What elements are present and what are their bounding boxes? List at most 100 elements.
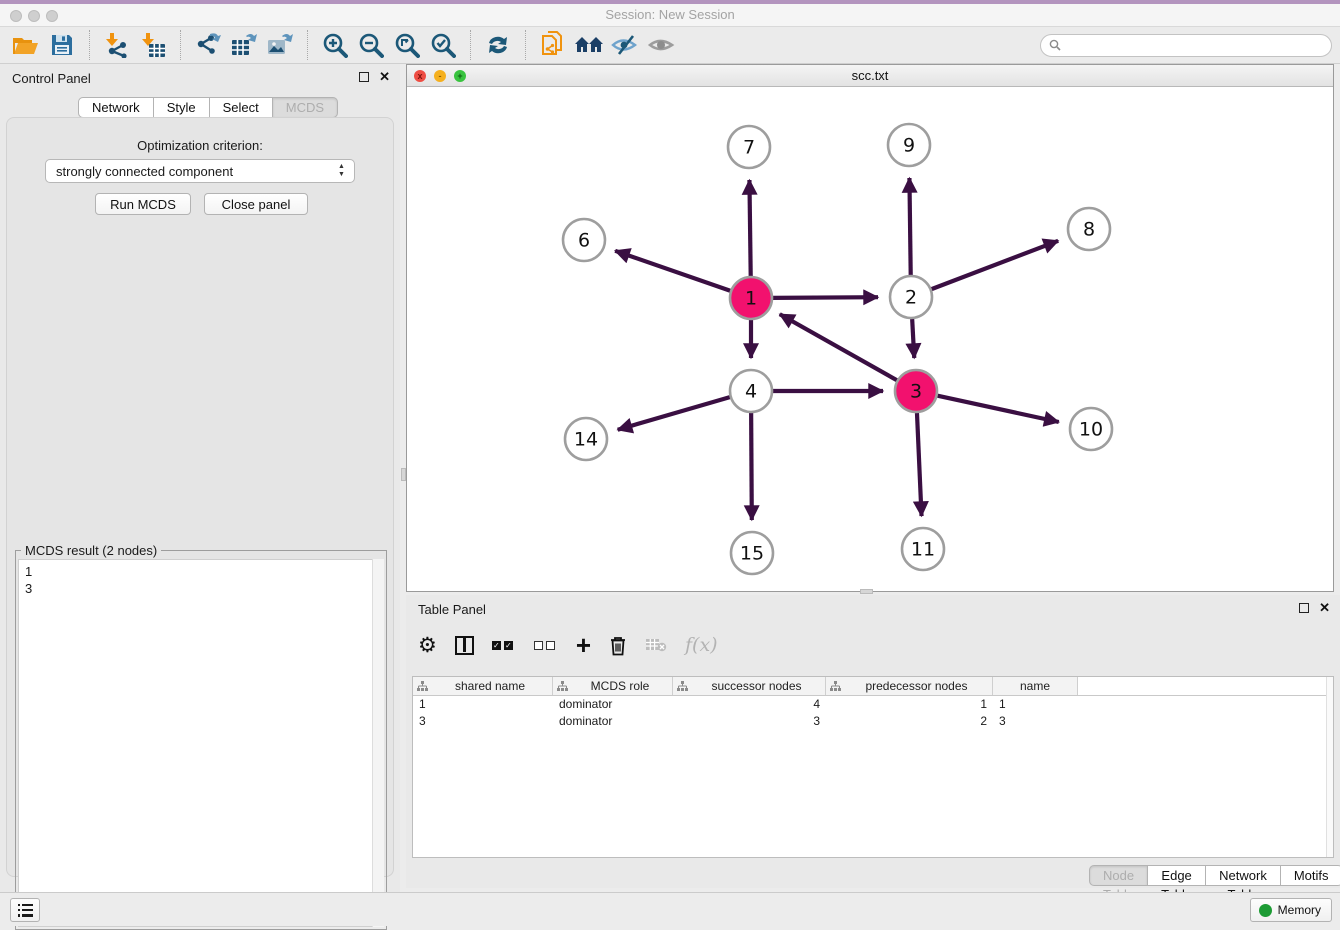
- export-network-button[interactable]: [190, 30, 226, 60]
- mcds-result-scrollbar[interactable]: [372, 559, 384, 927]
- node-15[interactable]: 15: [731, 532, 773, 574]
- memory-button[interactable]: Memory: [1250, 898, 1332, 922]
- edge-1-2[interactable]: [773, 297, 878, 298]
- node-4[interactable]: 4: [730, 370, 772, 412]
- node-14[interactable]: 14: [565, 418, 607, 460]
- split-view-icon[interactable]: [455, 636, 474, 655]
- edge-1-6[interactable]: [615, 251, 730, 291]
- node-11[interactable]: 11: [902, 528, 944, 570]
- mcds-result-text[interactable]: 1 3: [18, 559, 384, 927]
- cell-name[interactable]: 1: [993, 697, 1078, 711]
- show-panels-button[interactable]: [10, 898, 40, 922]
- tab-node-table[interactable]: Node Table: [1089, 865, 1148, 886]
- network-zoom-button[interactable]: +: [454, 70, 466, 82]
- node-3[interactable]: 3: [895, 370, 937, 412]
- edge-2-9[interactable]: [909, 178, 910, 275]
- cell-MCDS-role[interactable]: dominator: [553, 697, 673, 711]
- select-all-icon[interactable]: ✓✓: [492, 641, 516, 650]
- cell-successor-nodes[interactable]: 4: [673, 697, 826, 711]
- refresh-button[interactable]: [480, 30, 516, 60]
- node-6[interactable]: 6: [563, 219, 605, 261]
- network-graph[interactable]: 7 9 6 8 1 2 4 3 14 10 15 11: [407, 87, 1333, 591]
- table-row[interactable]: 3dominator323: [413, 713, 1333, 730]
- zoom-in-button[interactable]: [317, 30, 353, 60]
- close-panel-icon[interactable]: ✕: [1319, 602, 1330, 614]
- node-2[interactable]: 2: [890, 276, 932, 318]
- tab-network[interactable]: Network: [78, 97, 154, 118]
- import-network-button[interactable]: [99, 30, 135, 60]
- run-mcds-button[interactable]: Run MCDS: [95, 193, 191, 215]
- tab-mcds[interactable]: MCDS: [273, 97, 338, 118]
- cell-successor-nodes[interactable]: 3: [673, 714, 826, 728]
- node-7[interactable]: 7: [728, 126, 770, 168]
- column-header-predecessor-nodes[interactable]: predecessor nodes: [826, 677, 993, 695]
- table-row[interactable]: 1dominator411: [413, 696, 1333, 713]
- table-scrollbar[interactable]: [1326, 677, 1333, 857]
- cell-predecessor-nodes[interactable]: 2: [826, 714, 993, 728]
- open-file-button[interactable]: [8, 30, 44, 60]
- tab-select[interactable]: Select: [210, 97, 273, 118]
- edge-3-10[interactable]: [937, 396, 1058, 422]
- delete-column-icon[interactable]: [609, 635, 627, 656]
- zoom-selected-button[interactable]: [425, 30, 461, 60]
- cell-shared-name[interactable]: 3: [413, 714, 553, 728]
- network-window-title: scc.txt: [407, 65, 1333, 86]
- cell-name[interactable]: 3: [993, 714, 1078, 728]
- column-header-MCDS-role[interactable]: MCDS role: [553, 677, 673, 695]
- column-header-name[interactable]: name: [993, 677, 1078, 695]
- tab-network-table[interactable]: Network Table: [1206, 865, 1281, 886]
- titlebar: Session: New Session: [0, 4, 1340, 27]
- search-input[interactable]: [1066, 38, 1323, 52]
- column-header-shared-name[interactable]: shared name: [413, 677, 553, 695]
- close-window-button[interactable]: [10, 10, 22, 22]
- splitter-grip-vertical[interactable]: [401, 468, 406, 481]
- network-minimize-button[interactable]: -: [434, 70, 446, 82]
- table-settings-icon[interactable]: ⚙: [418, 633, 437, 657]
- node-table[interactable]: shared nameMCDS rolesuccessor nodesprede…: [412, 676, 1334, 858]
- clone-network-button[interactable]: [535, 30, 571, 60]
- tab-motifs[interactable]: Motifs: [1281, 865, 1340, 886]
- close-panel-button[interactable]: Close panel: [204, 193, 308, 215]
- node-8[interactable]: 8: [1068, 208, 1110, 250]
- zoom-window-button[interactable]: [46, 10, 58, 22]
- edge-3-1[interactable]: [780, 314, 897, 380]
- cell-shared-name[interactable]: 1: [413, 697, 553, 711]
- main-toolbar: [0, 27, 1340, 64]
- search-box[interactable]: [1040, 34, 1332, 57]
- network-close-button[interactable]: x: [414, 70, 426, 82]
- float-panel-icon[interactable]: [1299, 603, 1309, 613]
- export-image-button[interactable]: [262, 30, 298, 60]
- optimization-criterion-select[interactable]: strongly connected component ▲ ▼: [45, 159, 355, 183]
- edge-4-14[interactable]: [618, 397, 730, 430]
- save-session-button[interactable]: [44, 30, 80, 60]
- close-panel-icon[interactable]: ✕: [379, 71, 390, 83]
- edge-4-15[interactable]: [751, 413, 752, 520]
- minimize-window-button[interactable]: [28, 10, 40, 22]
- edge-2-3[interactable]: [912, 319, 914, 358]
- export-table-button[interactable]: [226, 30, 262, 60]
- edge-1-7[interactable]: [749, 180, 750, 276]
- edge-3-11[interactable]: [917, 413, 922, 516]
- float-panel-icon[interactable]: [359, 72, 369, 82]
- add-column-icon[interactable]: +: [576, 635, 591, 655]
- hide-selected-button[interactable]: [607, 30, 643, 60]
- node-1[interactable]: 1: [730, 277, 772, 319]
- cell-predecessor-nodes[interactable]: 1: [826, 697, 993, 711]
- show-all-button[interactable]: [643, 30, 679, 60]
- cell-MCDS-role[interactable]: dominator: [553, 714, 673, 728]
- toolbar-separator: [525, 30, 526, 60]
- splitter-grip-horizontal[interactable]: [860, 589, 873, 594]
- node-table-header: shared nameMCDS rolesuccessor nodesprede…: [413, 677, 1333, 696]
- node-10[interactable]: 10: [1070, 408, 1112, 450]
- node-9[interactable]: 9: [888, 124, 930, 166]
- import-table-button[interactable]: [135, 30, 171, 60]
- tab-edge-table[interactable]: Edge Table: [1148, 865, 1206, 886]
- deselect-all-icon[interactable]: [534, 641, 558, 650]
- zoom-fit-button[interactable]: [389, 30, 425, 60]
- network-window-titlebar[interactable]: x - + scc.txt: [407, 65, 1333, 87]
- first-neighbors-button[interactable]: [571, 30, 607, 60]
- edge-2-8[interactable]: [932, 241, 1059, 289]
- zoom-out-button[interactable]: [353, 30, 389, 60]
- column-header-successor-nodes[interactable]: successor nodes: [673, 677, 826, 695]
- tab-style[interactable]: Style: [154, 97, 210, 118]
